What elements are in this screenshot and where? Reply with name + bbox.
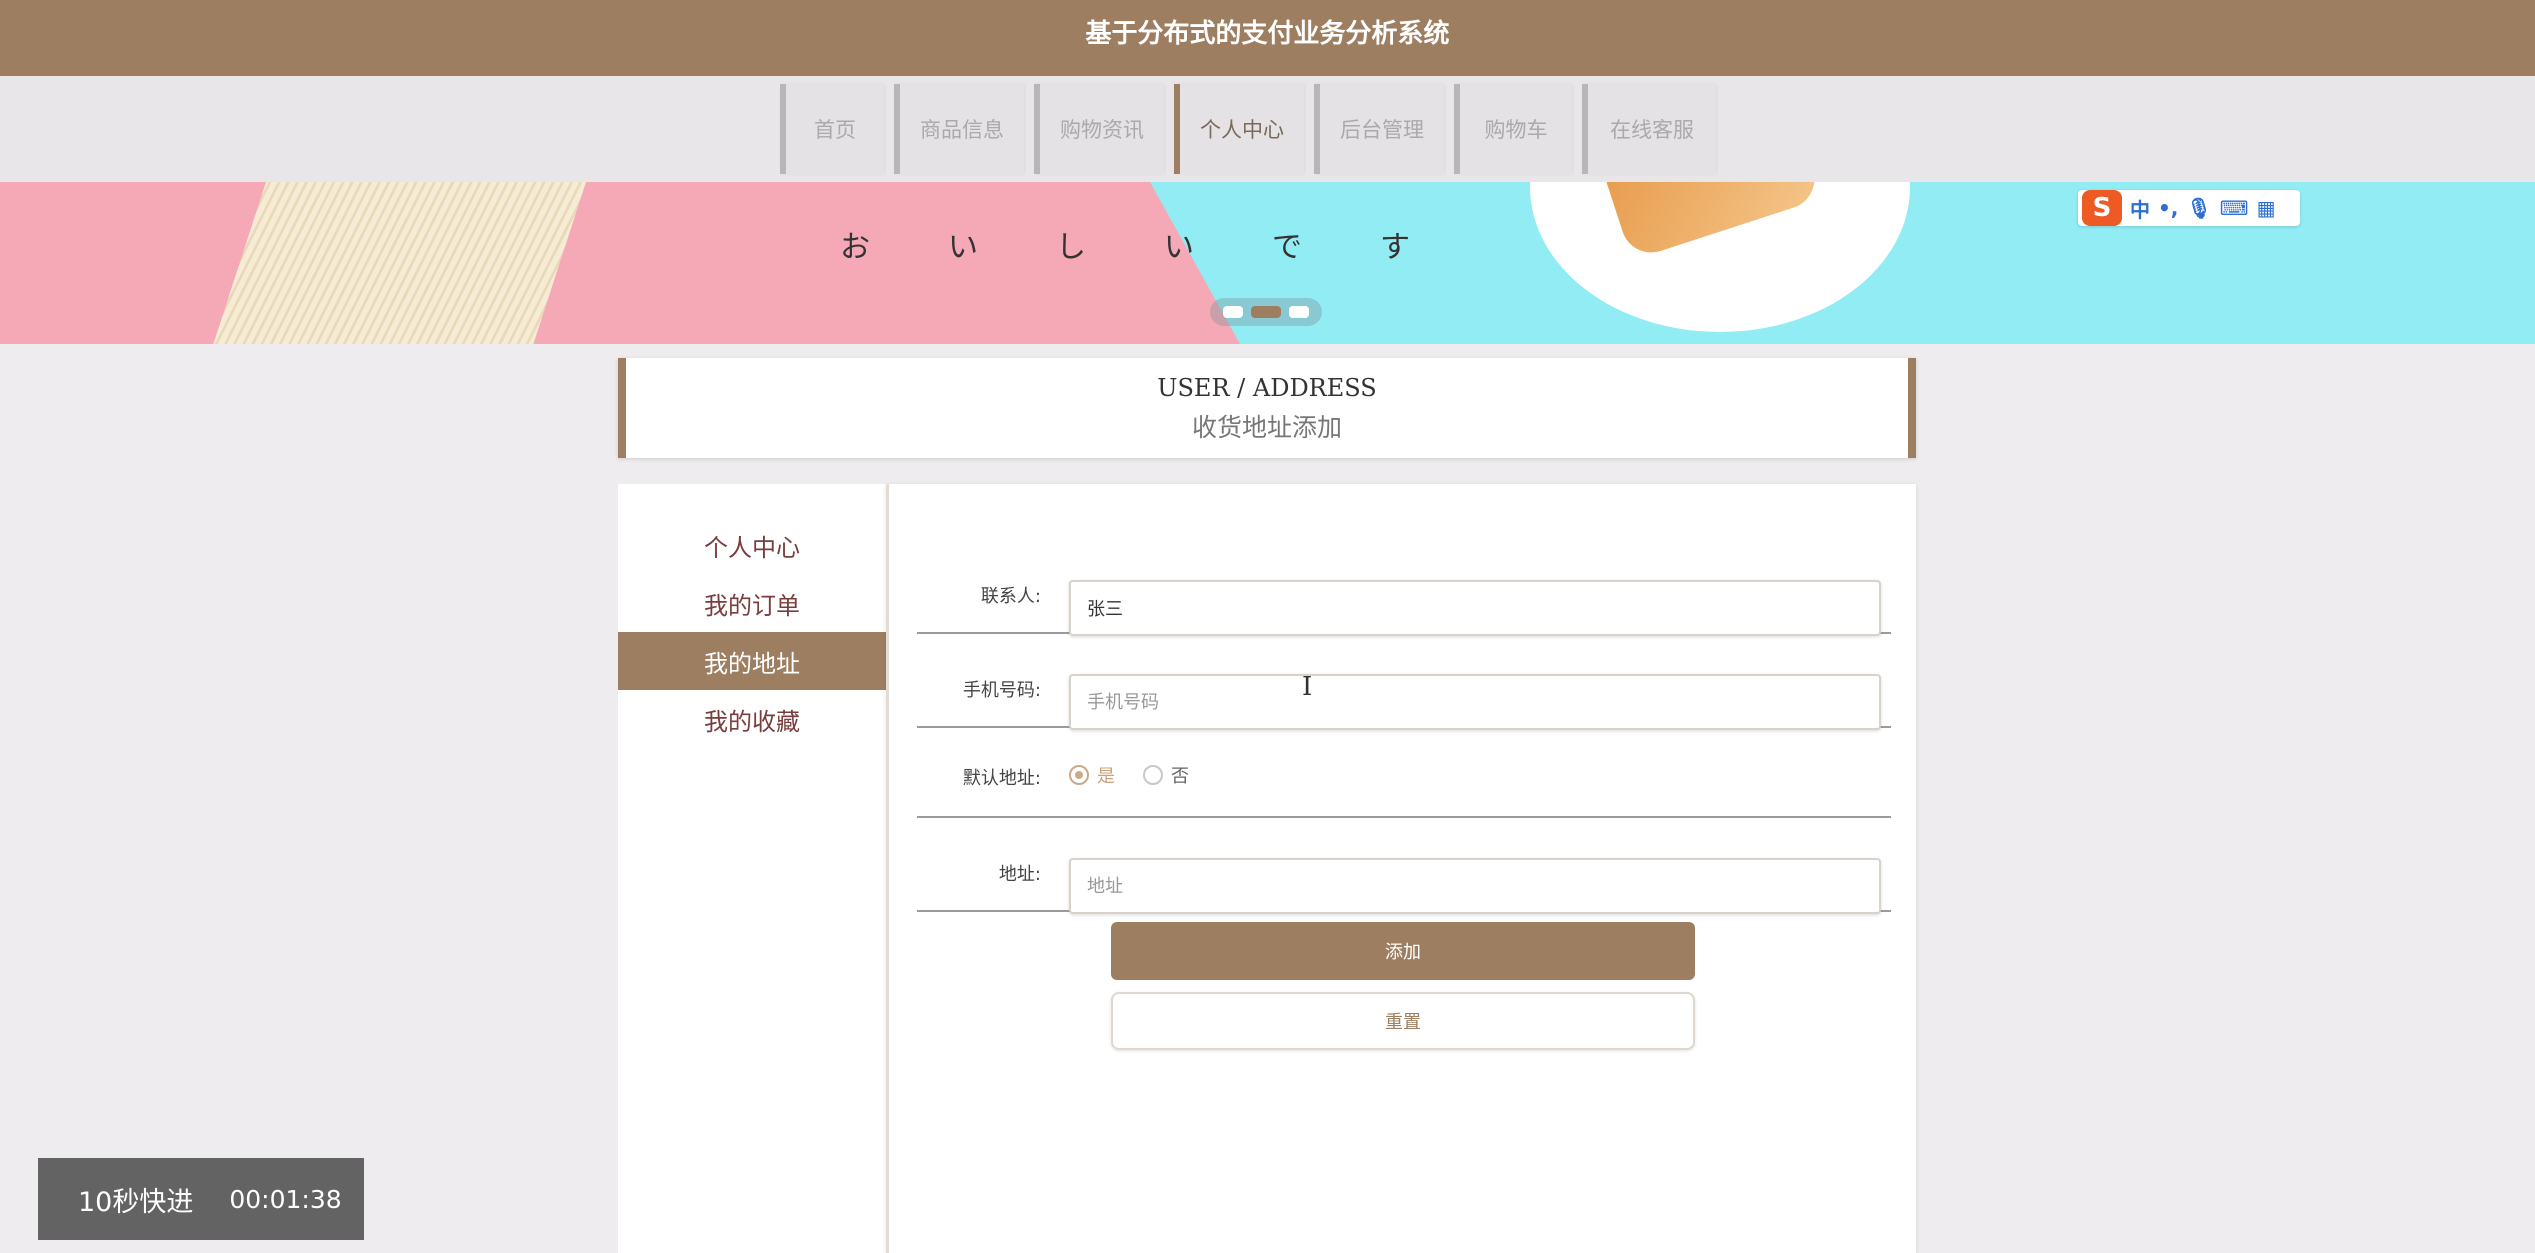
- form-row-default-address: 默认地址: 是 否: [917, 728, 1891, 818]
- nav-items: 首页 商品信息 购物资讯 个人中心 后台管理 购物车 在线客服: [780, 84, 1726, 174]
- carousel-indicators: [1210, 298, 1322, 326]
- section-title-en: USER / ADDRESS: [1157, 374, 1377, 402]
- nav-item-cart[interactable]: 购物车: [1454, 84, 1572, 174]
- nav-item-online-service[interactable]: 在线客服: [1582, 84, 1716, 174]
- form-row-phone: 手机号码:: [917, 634, 1891, 730]
- section-header: USER / ADDRESS 收货地址添加: [618, 358, 1916, 458]
- video-timestamp: 00:01:38: [229, 1184, 342, 1214]
- radio-default-yes[interactable]: [1069, 765, 1089, 785]
- banner-kana-char: お: [840, 230, 870, 265]
- reset-button[interactable]: 重置: [1111, 992, 1695, 1050]
- nav-item-products[interactable]: 商品信息: [894, 84, 1024, 174]
- carousel-dot-2[interactable]: [1251, 306, 1281, 318]
- video-overlay: 10秒快进 00:01:38: [38, 1158, 364, 1240]
- banner-kana-text: お い し い で す: [840, 222, 1410, 266]
- phone-input[interactable]: [1069, 674, 1881, 730]
- text-cursor-icon: I: [1302, 672, 1313, 702]
- phone-label: 手机号码:: [962, 680, 1041, 701]
- sidebar-item-personal-center[interactable]: 个人中心: [618, 516, 886, 574]
- nav-item-shopping-news[interactable]: 购物资讯: [1034, 84, 1164, 174]
- carousel-dot-1[interactable]: [1223, 306, 1243, 318]
- form-row-contact: 联系人:: [917, 540, 1891, 636]
- radio-default-yes-label[interactable]: 是: [1097, 762, 1115, 788]
- microphone-icon[interactable]: 🎙: [2186, 196, 2211, 220]
- nav-item-admin[interactable]: 后台管理: [1314, 84, 1444, 174]
- banner-kana-char: し: [1056, 230, 1086, 265]
- banner-kana-char: い: [1164, 230, 1194, 265]
- sogou-logo-icon[interactable]: S: [2082, 190, 2122, 226]
- address-form-panel: 联系人: 手机号码: 默认地址: 是 否 地址: 添加 重置: [886, 484, 1916, 1253]
- nav-item-home[interactable]: 首页: [780, 84, 884, 174]
- contact-input[interactable]: [1069, 580, 1881, 636]
- banner-kana-char: い: [948, 230, 978, 265]
- fast-forward-button[interactable]: 10秒快进: [78, 1180, 193, 1219]
- sidebar-item-my-orders[interactable]: 我的订单: [618, 574, 886, 632]
- default-address-radio-group: 是 否: [1069, 762, 1189, 788]
- form-row-address: 地址:: [917, 818, 1891, 914]
- ime-language-toggle[interactable]: 中: [2130, 194, 2150, 223]
- contact-label: 联系人:: [980, 586, 1041, 607]
- default-address-label: 默认地址:: [962, 768, 1041, 789]
- banner-noodles-image: [207, 182, 593, 344]
- sidebar-item-my-favorites[interactable]: 我的收藏: [618, 690, 886, 748]
- user-sidebar: 个人中心 我的订单 我的地址 我的收藏: [618, 484, 886, 1253]
- sidebar-item-my-address[interactable]: 我的地址: [618, 632, 886, 690]
- section-title-cn: 收货地址添加: [1191, 413, 1342, 442]
- add-button[interactable]: 添加: [1111, 922, 1695, 980]
- carousel-dot-3[interactable]: [1289, 306, 1309, 318]
- nav-item-personal-center[interactable]: 个人中心: [1174, 84, 1304, 174]
- ime-punctuation-icon[interactable]: •,: [2158, 196, 2178, 220]
- banner-kana-char: で: [1272, 230, 1302, 265]
- radio-default-no-label[interactable]: 否: [1171, 762, 1189, 788]
- site-title: 基于分布式的支付业务分析系统: [1085, 18, 1450, 49]
- radio-default-no[interactable]: [1143, 765, 1163, 785]
- keyboard-icon[interactable]: ⌨: [2220, 196, 2249, 220]
- address-input[interactable]: [1069, 858, 1881, 914]
- banner-kana-char: す: [1380, 230, 1410, 265]
- nav-bar: 首页 商品信息 购物资讯 个人中心 后台管理 购物车 在线客服: [0, 76, 2535, 182]
- address-label: 地址:: [998, 864, 1041, 885]
- top-header: 基于分布式的支付业务分析系统: [0, 0, 2535, 76]
- apps-grid-icon[interactable]: ▦: [2257, 196, 2276, 220]
- ime-toolbar[interactable]: S 中 •, 🎙 ⌨ ▦: [2078, 190, 2300, 226]
